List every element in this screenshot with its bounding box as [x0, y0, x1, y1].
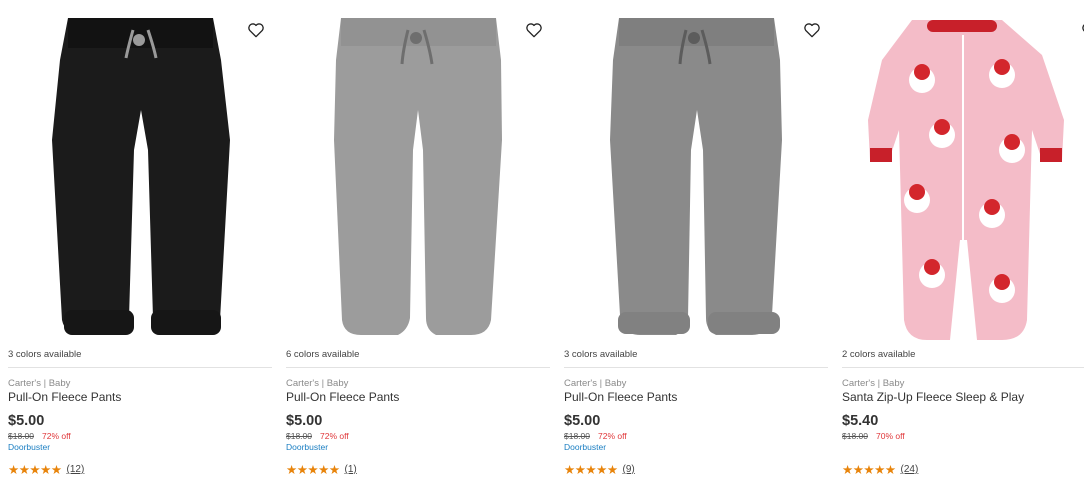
heart-outline-icon [804, 23, 820, 38]
review-count-link[interactable]: (24) [901, 464, 919, 475]
colors-available[interactable]: 3 colors available [8, 349, 81, 360]
product-image-light-gray-fleece-pants[interactable] [286, 0, 551, 345]
colors-available[interactable]: 2 colors available [842, 349, 915, 360]
product-card[interactable]: 6 colors available Carter's | Baby Pull-… [286, 0, 551, 503]
product-rating[interactable]: ★★★★★ (9) [564, 462, 635, 477]
rating-stars: ★★★★★ [842, 463, 896, 477]
original-price: $18.00 [842, 431, 868, 441]
wishlist-button[interactable] [1080, 20, 1084, 40]
doorbuster-badge: Doorbuster [564, 442, 607, 452]
product-price: $5.00 [8, 413, 45, 429]
doorbuster-badge: Doorbuster [286, 442, 329, 452]
product-card[interactable]: 3 colors available Carter's | Baby Pull-… [8, 0, 273, 503]
wishlist-button[interactable] [246, 20, 266, 40]
heart-outline-icon [1082, 24, 1084, 32]
colors-available[interactable]: 3 colors available [564, 349, 637, 360]
rating-stars: ★★★★★ [286, 463, 340, 477]
product-price: $5.00 [564, 413, 601, 429]
product-brand: Carter's | Baby [8, 378, 71, 389]
product-brand: Carter's | Baby [564, 378, 627, 389]
divider [842, 367, 1084, 368]
product-name[interactable]: Pull-On Fleece Pants [286, 390, 399, 404]
original-price: $18.00 [564, 431, 590, 441]
review-count-link[interactable]: (12) [67, 464, 85, 475]
rating-stars: ★★★★★ [8, 463, 62, 477]
divider [286, 367, 550, 368]
review-count-link[interactable]: (9) [623, 464, 635, 475]
wishlist-button[interactable] [524, 20, 544, 40]
heart-outline-icon [248, 23, 264, 38]
review-count-link[interactable]: (1) [345, 464, 357, 475]
colors-available[interactable]: 6 colors available [286, 349, 359, 360]
original-price: $18.00 [8, 431, 34, 441]
product-image-gray-fleece-pants[interactable] [564, 0, 829, 345]
doorbuster-badge: Doorbuster [8, 442, 51, 452]
product-image-black-fleece-pants[interactable] [8, 0, 273, 345]
product-price: $5.40 [842, 413, 879, 429]
product-brand: Carter's | Baby [286, 378, 349, 389]
heart-outline-icon [526, 23, 542, 38]
product-name[interactable]: Santa Zip-Up Fleece Sleep & Play [842, 390, 1024, 404]
product-card[interactable]: 2 colors available Carter's | Baby Santa… [842, 0, 1084, 503]
product-grid: 3 colors available Carter's | Baby Pull-… [0, 0, 1084, 503]
product-rating[interactable]: ★★★★★ (1) [286, 462, 357, 477]
discount-label: 70% off [876, 431, 905, 441]
original-price: $18.00 [286, 431, 312, 441]
rating-stars: ★★★★★ [564, 463, 618, 477]
discount-label: 72% off [598, 431, 627, 441]
wishlist-button[interactable] [802, 20, 822, 40]
product-rating[interactable]: ★★★★★ (12) [8, 462, 84, 477]
product-rating[interactable]: ★★★★★ (24) [842, 462, 918, 477]
divider [564, 367, 828, 368]
divider [8, 367, 272, 368]
product-name[interactable]: Pull-On Fleece Pants [564, 390, 677, 404]
product-name[interactable]: Pull-On Fleece Pants [8, 390, 121, 404]
discount-label: 72% off [42, 431, 71, 441]
product-brand: Carter's | Baby [842, 378, 905, 389]
product-card[interactable]: 3 colors available Carter's | Baby Pull-… [564, 0, 829, 503]
discount-label: 72% off [320, 431, 349, 441]
product-image-pink-santa-sleeper[interactable] [842, 0, 1084, 345]
product-price: $5.00 [286, 413, 323, 429]
